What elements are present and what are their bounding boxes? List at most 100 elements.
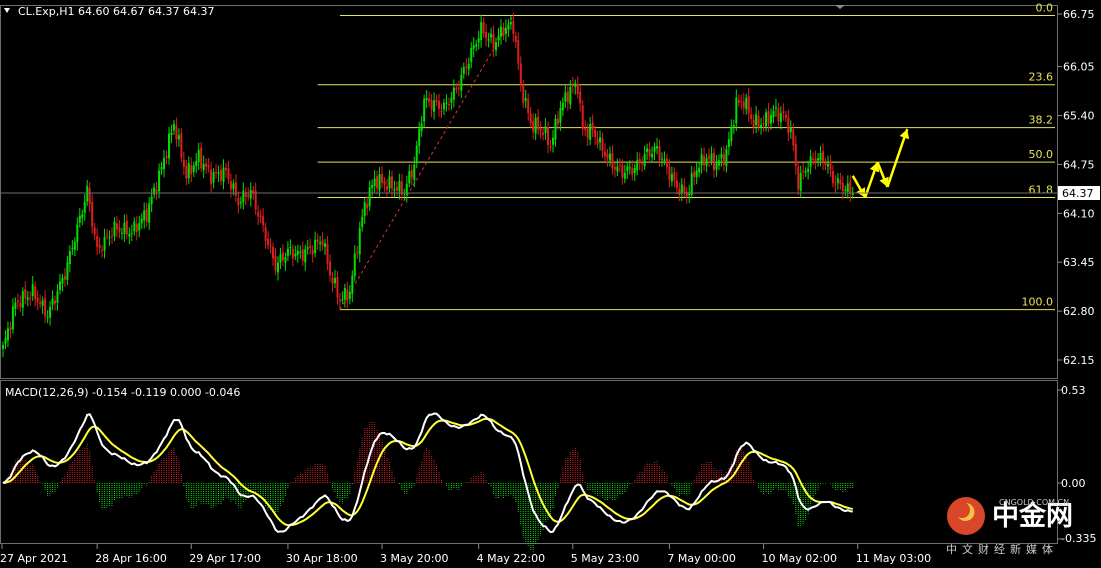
candle-body (841, 182, 844, 192)
candle-body (589, 124, 592, 141)
candle-body (185, 165, 188, 179)
candle-body (289, 246, 292, 249)
macd-lines (2, 412, 853, 534)
candle-body (636, 160, 639, 171)
candle-body (338, 299, 341, 302)
candle-body (177, 135, 180, 140)
candle-body (670, 174, 673, 182)
candle-body (276, 262, 279, 273)
candle-body (267, 238, 270, 246)
candle-body (423, 98, 426, 122)
candle-body (296, 250, 299, 255)
candle-body (187, 163, 190, 179)
macd-tick-label: -0.335 (1061, 532, 1096, 545)
candle-body (172, 123, 175, 131)
candle-body (96, 235, 99, 247)
candle-body (542, 132, 545, 135)
candle-body (519, 63, 522, 84)
candle-body (227, 168, 230, 180)
candle-body (207, 165, 210, 168)
macd-signal-line (2, 417, 853, 527)
candle-body (611, 152, 614, 169)
candle-body (56, 291, 59, 303)
candle-body (220, 170, 223, 181)
fibonacci-levels[interactable]: 0.0 23.6 38.2 50.0 61.8 100.0 (317, 2, 1055, 311)
candle-body (509, 22, 512, 25)
candle-body (725, 149, 728, 167)
candle-body (683, 186, 686, 193)
candle-body (507, 25, 510, 30)
candle-body (732, 125, 735, 127)
candle-body (229, 181, 232, 190)
candle-body (824, 162, 827, 166)
forecast-leg[interactable] (886, 128, 909, 188)
candle-body (757, 116, 760, 128)
candle-body (163, 158, 166, 170)
candle-body (378, 174, 381, 190)
candle-body (29, 297, 32, 299)
candle-body (569, 87, 572, 105)
candle-body (703, 155, 706, 166)
candle-body (834, 183, 837, 185)
candle-body (445, 102, 448, 104)
candle-body (599, 137, 602, 143)
symbol-dropdown-icon[interactable] (4, 8, 10, 13)
symbol-ohlc-label: CL.Exp,H1 64.60 64.67 64.37 64.37 (18, 5, 214, 18)
fib-level-label: 50.0 (1029, 148, 1054, 161)
candle-body (257, 211, 260, 217)
candle-body (772, 110, 775, 118)
candle-body (784, 114, 787, 119)
price-tick-label: 64.75 (1063, 158, 1095, 171)
candle-body (554, 118, 557, 140)
candle-body (192, 165, 195, 172)
candle-body (846, 183, 849, 192)
candle-body (537, 116, 540, 130)
candle-body (210, 169, 213, 184)
candle-body (475, 44, 478, 47)
candle-body (336, 276, 339, 298)
candle-body (646, 148, 649, 152)
candle-body (63, 276, 66, 280)
candle-body (205, 163, 208, 167)
candle-body (804, 171, 807, 173)
candle-body (301, 249, 304, 261)
candle-body (591, 122, 594, 131)
candle-body (604, 151, 607, 157)
candle-body (849, 181, 852, 194)
candle-body (490, 33, 493, 38)
candle-body (668, 166, 671, 180)
candle-body (88, 188, 91, 205)
candle-body (571, 84, 574, 87)
candle-body (596, 138, 599, 145)
candle-body (648, 149, 651, 157)
candle-body (195, 160, 198, 167)
candle-body (135, 223, 138, 233)
candle-body (817, 158, 820, 161)
candle-body (331, 277, 334, 284)
candle-body (180, 133, 183, 158)
candle-body (160, 167, 163, 170)
forecast-arrows[interactable] (851, 128, 910, 199)
candle-body (807, 168, 810, 172)
candle-body (497, 35, 500, 41)
candle-body (54, 300, 57, 304)
candle-body (58, 281, 61, 291)
candle-body (534, 117, 537, 134)
panel-collapse-icon[interactable] (835, 5, 845, 9)
candle-body (450, 97, 453, 103)
price-tick-label: 62.80 (1063, 305, 1095, 318)
candle-body (31, 284, 34, 297)
candle-body (529, 113, 532, 124)
candle-body (698, 167, 701, 173)
candle-body (435, 99, 438, 103)
candle-body (272, 246, 275, 259)
candle-body (517, 40, 520, 64)
candle-body (254, 190, 257, 210)
candle-body (125, 220, 128, 235)
candle-body (549, 146, 552, 148)
candle-body (747, 95, 750, 114)
candle-body (299, 251, 302, 253)
candle-body (46, 316, 49, 318)
cngold-logo-icon (947, 497, 985, 535)
candle-body (579, 91, 582, 104)
